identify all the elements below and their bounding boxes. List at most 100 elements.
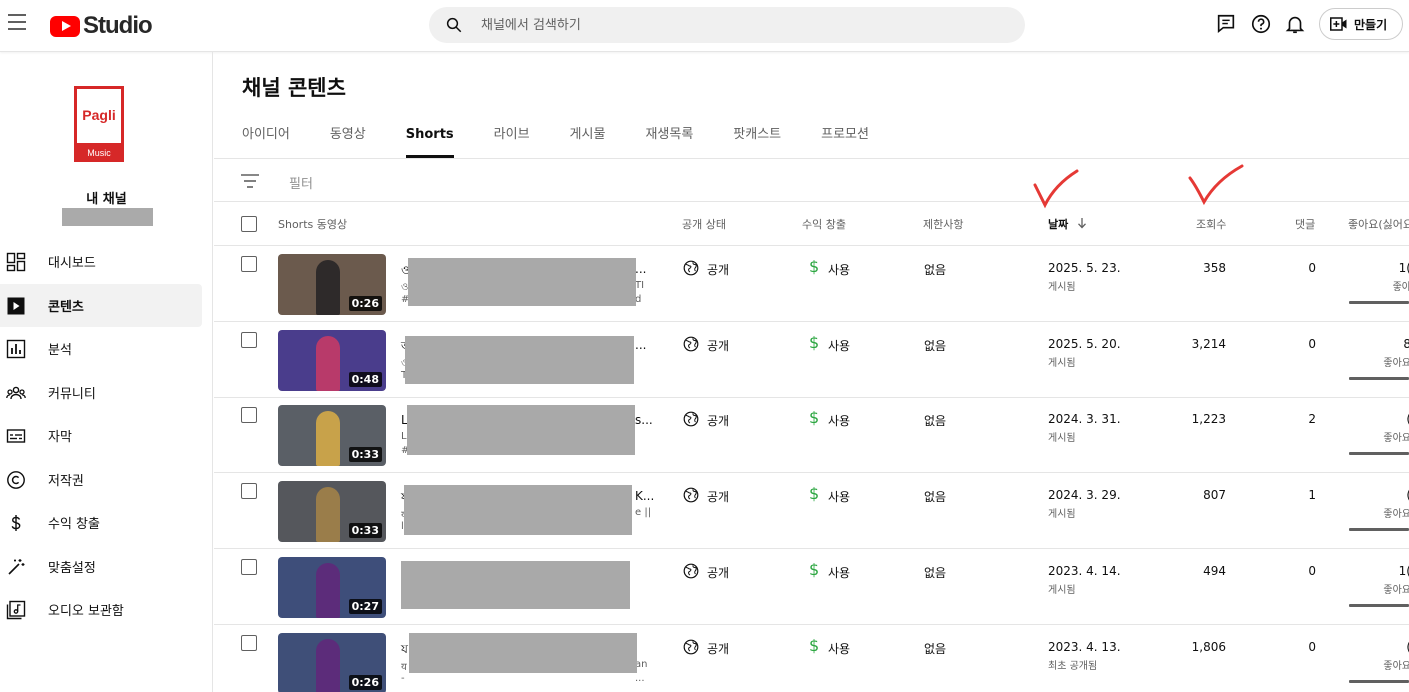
filter-label[interactable]: 필터	[289, 173, 313, 192]
select-all-checkbox[interactable]	[241, 216, 257, 232]
tab-ideas[interactable]: 아이디어	[242, 120, 290, 158]
monetization-status[interactable]: 사용	[828, 564, 850, 581]
search-input[interactable]	[481, 13, 1001, 37]
comments-count: 0	[1308, 639, 1316, 654]
sidebar-item-dashboard[interactable]: 대시보드	[0, 240, 213, 284]
sidebar-item-monetization[interactable]: 수익 창출	[0, 501, 213, 545]
monetization-dollar-icon: $	[809, 257, 820, 276]
help-icon[interactable]	[1250, 13, 1272, 35]
column-header-monetization: 수익 창출	[802, 218, 846, 231]
publish-date: 2024. 3. 31.	[1048, 412, 1121, 427]
likes-label: 좋아요	[1383, 509, 1409, 521]
video-thumbnail[interactable]: 0:33	[278, 481, 386, 543]
column-header-video: Shorts 동영상	[278, 218, 348, 231]
monetization-status[interactable]: 사용	[828, 488, 850, 505]
sidebar-item-customization[interactable]: 맞춤설정	[0, 545, 213, 589]
community-icon	[6, 386, 26, 399]
channel-avatar[interactable]: Pagli Music	[74, 86, 124, 162]
monetization-status[interactable]: 사용	[828, 261, 850, 278]
row-checkbox[interactable]	[241, 331, 257, 348]
globe-icon	[683, 260, 699, 276]
notifications-bell-icon[interactable]	[1284, 13, 1306, 35]
likes-ratio-bar	[1349, 528, 1409, 532]
tab-podcasts[interactable]: 팟캐스트	[733, 120, 781, 158]
video-thumbnail[interactable]: 0:33	[278, 405, 386, 467]
visibility-status[interactable]: 공개	[707, 337, 729, 354]
table-row[interactable]: 0:48অওT...공개$사용없음2025. 5. 20.게시됨3,21408좋…	[214, 322, 1409, 398]
table-row[interactable]: 0:33যयlK...e ||공개$사용없음2024. 3. 29.게시됨807…	[214, 473, 1409, 550]
tab-videos[interactable]: 동영상	[330, 120, 366, 158]
tab-live[interactable]: 라이브	[494, 120, 530, 158]
table-row[interactable]: 0:27 공개 $ 사용 없음 2023. 4. 14. 게시됨 494 0 1(좋아요	[214, 549, 1409, 625]
restrictions-value: 없음	[924, 414, 947, 429]
likes-count: 1(	[1398, 261, 1409, 275]
create-button[interactable]: 만들기	[1319, 8, 1403, 40]
publish-status: 게시됨	[1048, 282, 1076, 293]
redacted-title-block	[401, 560, 630, 609]
monetization-status[interactable]: 사용	[828, 337, 850, 354]
thumbnail-figure	[316, 411, 340, 467]
row-checkbox[interactable]	[241, 634, 257, 651]
redacted-title-block	[409, 632, 637, 673]
sidebar-item-copyright[interactable]: 저작권	[0, 458, 213, 502]
column-header-date[interactable]: 날짜	[1048, 216, 1088, 232]
create-video-icon	[1330, 17, 1347, 31]
table-row[interactable]: 0:33LL#s...공개$사용없음2024. 3. 31.게시됨1,2232(…	[214, 397, 1409, 474]
globe-icon	[683, 639, 699, 654]
video-duration: 0:26	[348, 674, 382, 690]
table-row[interactable]: 0:26 য य - an... 공개 $ 사용 없음 2023. 4. 13. 최초 공개됨 1,8…	[214, 625, 1409, 692]
visibility-status[interactable]: 공개	[707, 412, 729, 429]
table-row[interactable]: 0:26 ও ও #... TI d 공개 $ 사용 없음 2025. 5. 23. 게시됨 358 0 1…	[214, 246, 1409, 322]
publish-status: 게시됨	[1048, 584, 1076, 596]
sidebar-item-content[interactable]: 콘텐츠	[0, 283, 202, 327]
search-bar[interactable]	[429, 7, 1025, 43]
visibility-status[interactable]: 공개	[707, 564, 729, 581]
video-thumbnail[interactable]: 0:26	[278, 632, 386, 692]
content-tabs: 아이디어 동영상 Shorts 라이브 게시물 재생목록 팟캐스트 프로모션	[242, 120, 909, 158]
feedback-icon[interactable]	[1215, 13, 1237, 35]
monetization-status[interactable]: 사용	[828, 640, 850, 657]
video-title-tail: ...	[635, 262, 647, 276]
search-icon[interactable]	[445, 16, 463, 34]
sidebar-item-label: 콘텐츠	[48, 299, 84, 315]
publish-status: 게시됨	[1048, 357, 1076, 369]
sidebar-item-subtitles[interactable]: 자막	[0, 414, 213, 458]
video-duration: 0:33	[348, 523, 382, 539]
video-title[interactable]: য	[401, 641, 408, 661]
video-thumbnail[interactable]: 0:48	[278, 329, 386, 391]
tab-promotions[interactable]: 프로모션	[821, 120, 869, 158]
visibility-status[interactable]: 공개	[707, 640, 729, 657]
column-header-date-label: 날짜	[1048, 218, 1069, 231]
row-checkbox[interactable]	[241, 407, 257, 424]
studio-logo[interactable]: Studio	[50, 12, 153, 40]
sidebar-item-community[interactable]: 커뮤니티	[0, 371, 213, 415]
publish-status: 게시됨	[1048, 433, 1076, 445]
menu-icon[interactable]	[8, 14, 26, 30]
likes-ratio-bar	[1349, 452, 1409, 456]
visibility-status[interactable]: 공개	[707, 261, 729, 278]
likes-count: 1(	[1398, 563, 1409, 578]
tab-playlists[interactable]: 재생목록	[645, 120, 693, 158]
comments-count: 1	[1308, 488, 1316, 503]
monetization-dollar-icon: $	[809, 484, 820, 504]
row-checkbox[interactable]	[241, 558, 257, 575]
video-thumbnail[interactable]: 0:27	[278, 556, 386, 618]
globe-icon	[683, 563, 699, 579]
video-thumbnail[interactable]: 0:26	[278, 254, 386, 315]
views-count: 358	[1203, 261, 1226, 275]
sidebar-item-analytics[interactable]: 분석	[0, 327, 213, 371]
visibility-status[interactable]: 공개	[707, 488, 729, 505]
row-checkbox[interactable]	[241, 483, 257, 500]
monetization-status[interactable]: 사용	[828, 412, 850, 429]
views-count: 1,806	[1191, 639, 1226, 654]
video-title-tail: ...	[635, 337, 647, 352]
tab-shorts[interactable]: Shorts	[405, 120, 454, 158]
filter-icon[interactable]	[241, 173, 259, 189]
tab-posts[interactable]: 게시물	[570, 120, 606, 158]
channel-logo-sub: Music	[87, 148, 111, 158]
sidebar: Pagli Music 내 채널 대시보드 콘텐츠 분석 커뮤니티 자막 저작권…	[0, 52, 213, 692]
sidebar-item-label: 커뮤니티	[48, 386, 96, 402]
row-checkbox[interactable]	[241, 256, 257, 272]
sidebar-item-audio-library[interactable]: 오디오 보관함	[0, 588, 213, 632]
sidebar-item-label: 오디오 보관함	[48, 604, 124, 620]
